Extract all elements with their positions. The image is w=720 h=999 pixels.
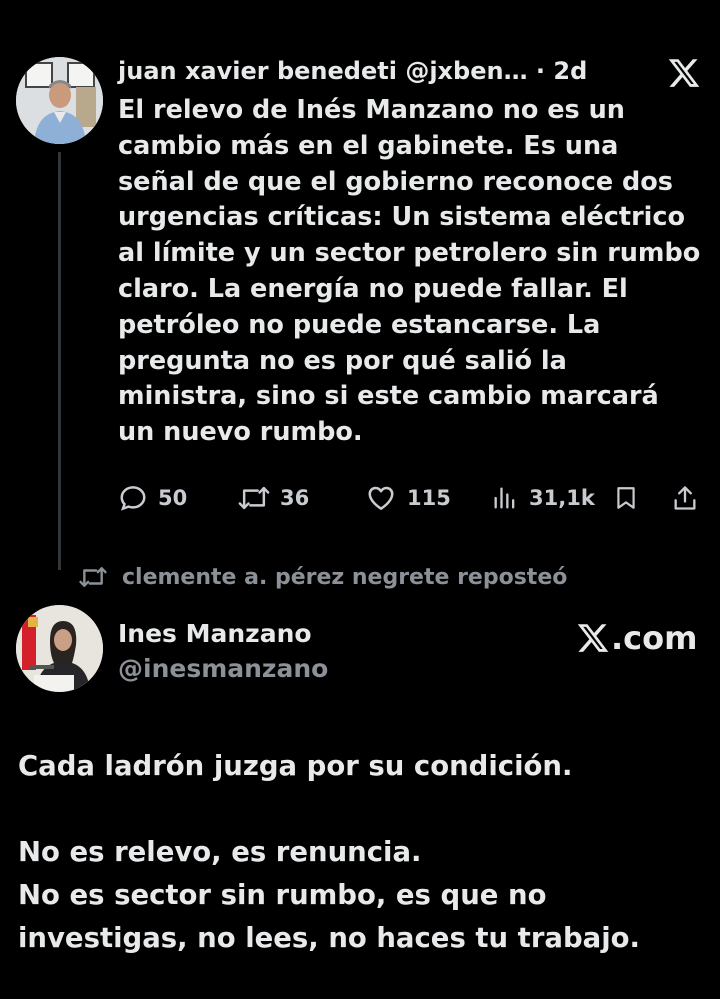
quoted-line-1: Cada ladrón juzga por su condición.	[18, 750, 573, 782]
repost-icon	[238, 486, 270, 510]
reply-button[interactable]: 50	[118, 480, 187, 516]
x-logo-icon	[577, 624, 609, 652]
repost-count: 36	[280, 486, 310, 510]
share-button[interactable]	[671, 480, 699, 516]
xcom-brand: .com	[576, 618, 697, 658]
repost-notice[interactable]: clemente a. pérez negrete reposteó	[78, 562, 567, 592]
repost-button[interactable]: 36	[238, 480, 309, 516]
tweet-actions: 50 36 115 31,1k	[118, 480, 703, 516]
author-name[interactable]: juan xavier benedeti	[118, 57, 397, 85]
heart-icon	[368, 486, 394, 510]
reply-icon	[120, 486, 146, 511]
reply-count: 50	[158, 486, 188, 510]
like-button[interactable]: 115	[365, 480, 451, 516]
tweet-age[interactable]: · 2d	[536, 57, 587, 85]
like-count: 115	[407, 486, 451, 510]
quoted-text: Cada ladrón juzga por su condición. No e…	[18, 745, 708, 960]
repost-notice-text: clemente a. pérez negrete reposteó	[122, 564, 568, 590]
bookmark-button[interactable]	[613, 480, 639, 516]
views-icon	[494, 487, 515, 509]
bookmark-icon	[617, 487, 635, 509]
repost-icon	[79, 567, 107, 587]
view-count: 31,1k	[529, 486, 595, 510]
avatar-image	[16, 605, 103, 692]
x-logo-icon	[668, 59, 700, 87]
quoted-line-2: No es relevo, es renuncia.	[18, 836, 422, 868]
quoted-author-name[interactable]: Ines Manzano	[118, 619, 312, 648]
quoted-line-3: No es sector sin rumbo, es que no invest…	[18, 879, 640, 954]
author-handle[interactable]: @jxben…	[405, 57, 527, 85]
views-button[interactable]: 31,1k	[491, 480, 595, 516]
avatar-ines-manzano[interactable]	[16, 605, 103, 692]
tweet-header: juan xavier benedeti @jxben… · 2d	[118, 54, 587, 88]
tweet-text: El relevo de Inés Manzano no es un cambi…	[118, 95, 701, 448]
avatar-image	[16, 57, 103, 144]
thread-line	[58, 152, 61, 570]
xcom-brand-text: .com	[611, 619, 698, 657]
quoted-author-handle[interactable]: @inesmanzano	[118, 654, 328, 683]
share-icon	[674, 486, 696, 510]
avatar-juan-xavier[interactable]	[16, 57, 103, 144]
